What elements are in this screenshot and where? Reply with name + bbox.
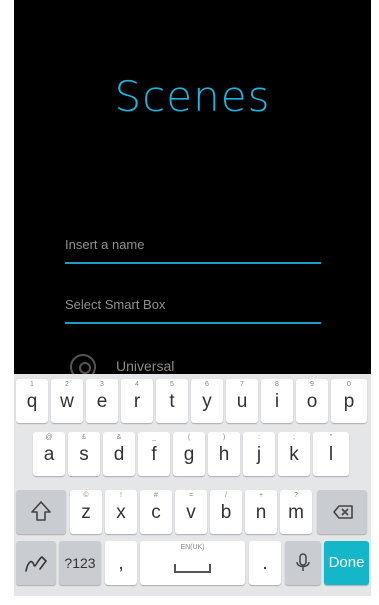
bottom-strip — [0, 596, 379, 605]
name-input-placeholder: Insert a name — [65, 237, 145, 252]
key-j[interactable]: :j — [243, 432, 275, 476]
language-label: EN(UK) — [180, 544, 205, 551]
page-title: Scenes — [114, 72, 271, 121]
keyboard-row-2: @ a £ s & d _ f (g ) h :j ; k " l — [14, 432, 371, 478]
soft-keyboard: 1q 2w 3e 4r 5t 6y 7u 8i 9o 0p @ a £ s & d _… — [14, 374, 371, 605]
backspace-key[interactable] — [317, 490, 367, 534]
key-t[interactable]: 5t — [156, 379, 188, 423]
key-p[interactable]: 0p — [331, 379, 367, 423]
key-u[interactable]: 7u — [226, 379, 258, 423]
key-b[interactable]: / b — [210, 490, 242, 534]
shift-icon — [31, 501, 51, 521]
symbols-key[interactable]: ?123 — [59, 541, 101, 585]
key-o[interactable]: 9o — [296, 379, 328, 423]
keyboard-row-3: © z ! x # c = v / b + n ? m — [14, 490, 371, 536]
key-e[interactable]: 3e — [86, 379, 118, 423]
key-h[interactable]: ) h — [208, 432, 240, 476]
smart-box-select[interactable]: Select Smart Box — [65, 290, 321, 324]
key-x[interactable]: ! x — [105, 490, 137, 534]
key-z[interactable]: © z — [70, 490, 102, 534]
key-l[interactable]: " l — [313, 432, 349, 476]
handwriting-key[interactable] — [16, 541, 56, 585]
name-input[interactable]: Insert a name — [65, 230, 321, 264]
key-y[interactable]: 6y — [191, 379, 223, 423]
key-n[interactable]: + n — [245, 490, 277, 534]
key-a[interactable]: @ a — [33, 432, 65, 476]
key-s[interactable]: £ s — [68, 432, 100, 476]
handwriting-icon — [25, 556, 48, 572]
key-q[interactable]: 1q — [16, 379, 48, 423]
key-f[interactable]: _ f — [138, 432, 170, 476]
key-m[interactable]: ? m — [280, 490, 312, 534]
shift-key[interactable] — [16, 490, 66, 534]
smart-box-placeholder: Select Smart Box — [65, 297, 166, 312]
mic-key[interactable] — [285, 541, 321, 585]
done-button[interactable]: Done — [324, 541, 369, 585]
universal-label: Universal — [116, 358, 175, 374]
keyboard-row-1: 1q 2w 3e 4r 5t 6y 7u 8i 9o 0p — [14, 379, 371, 425]
key-d[interactable]: & d — [103, 432, 135, 476]
key-period[interactable]: . — [249, 541, 281, 585]
keyboard-row-4: ?123 , EN(UK) . Done — [14, 541, 371, 587]
key-comma[interactable]: , — [105, 541, 137, 585]
mic-icon — [296, 553, 310, 571]
backspace-icon — [333, 505, 353, 519]
space-key[interactable]: EN(UK) — [140, 541, 245, 585]
app-screen: Scenes Insert a name Select Smart Box Un… — [14, 0, 371, 605]
key-c[interactable]: # c — [140, 490, 172, 534]
key-g[interactable]: (g — [173, 432, 205, 476]
key-r[interactable]: 4r — [121, 379, 153, 423]
space-bar-icon — [174, 564, 211, 573]
key-v[interactable]: = v — [175, 490, 207, 534]
key-i[interactable]: 8i — [261, 379, 293, 423]
key-w[interactable]: 2w — [51, 379, 83, 423]
key-k[interactable]: ; k — [278, 432, 310, 476]
